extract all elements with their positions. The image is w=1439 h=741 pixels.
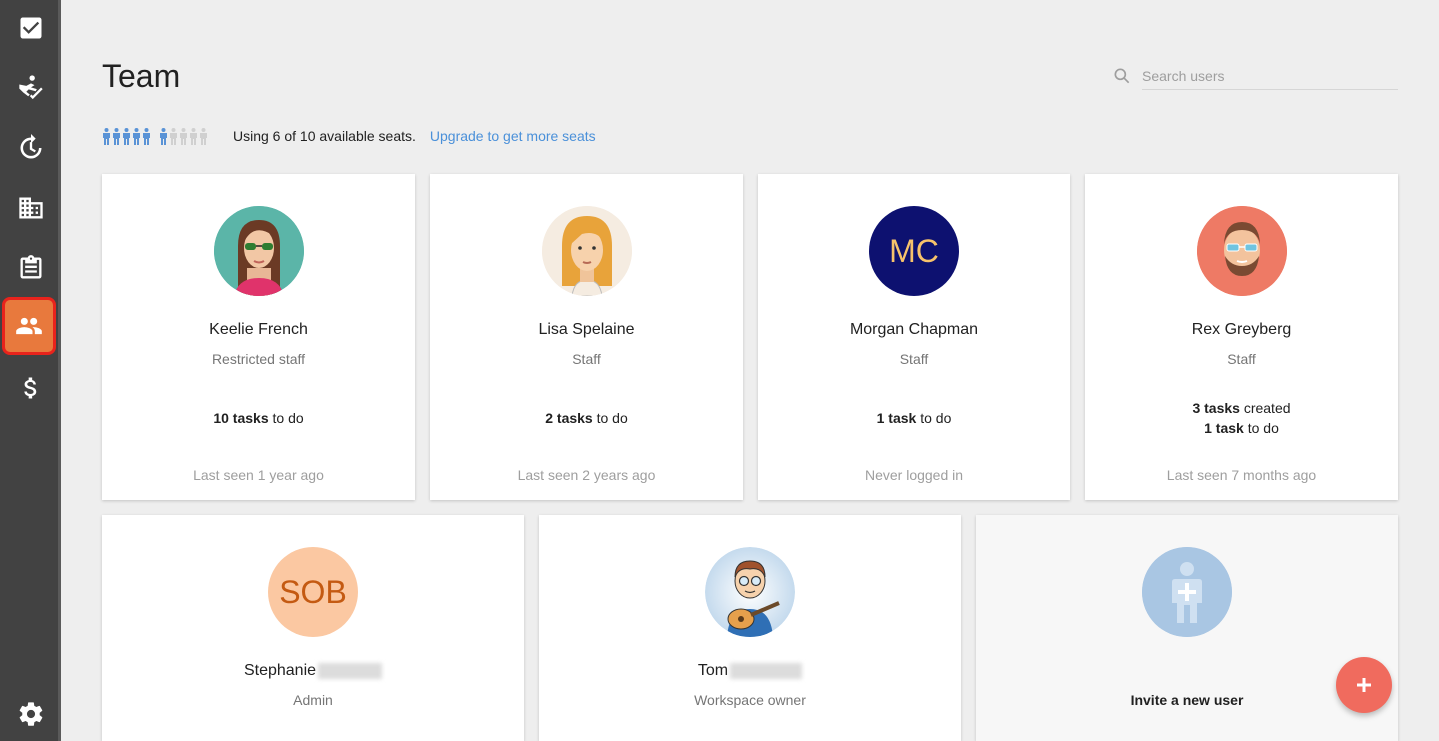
sidebar-item-team[interactable]	[2, 297, 56, 355]
redacted-surname	[730, 662, 803, 679]
avatar: SOB	[268, 547, 358, 637]
tasks-count: 2 tasks	[545, 410, 593, 426]
sidebar-item-recurring[interactable]	[0, 120, 61, 176]
seat-free-icon	[169, 128, 178, 145]
sidebar-item-company[interactable]	[0, 180, 61, 236]
user-name: Stephanie	[102, 662, 524, 680]
user-role: Staff	[1227, 351, 1256, 367]
user-role: Workspace owner	[694, 692, 806, 708]
user-last-seen: Never logged in	[864, 467, 964, 483]
user-name: Keelie French	[209, 321, 308, 338]
tasks-suffix: to do	[916, 410, 952, 426]
user-card[interactable]: Lisa Spelaine Staff 2 tasks to do Last s…	[430, 174, 743, 500]
avatar-initials: SOB	[279, 573, 347, 610]
user-first-name: Stephanie	[243, 662, 317, 679]
sidebar-item-settings[interactable]	[0, 686, 61, 741]
tasks-count: 10 tasks	[213, 410, 269, 426]
seat-used-icon	[142, 128, 151, 145]
seat-used-icon	[112, 128, 121, 145]
created-count: 3 tasks	[1192, 400, 1240, 416]
sidebar-item-assign[interactable]	[0, 60, 61, 116]
user-card[interactable]: Keelie French Restricted staff 10 tasks …	[102, 174, 415, 500]
add-user-button[interactable]	[1336, 657, 1392, 713]
seat-free-icon	[179, 128, 188, 145]
user-card[interactable]: SOB Stephanie Admin	[102, 515, 524, 741]
user-role: Staff	[899, 351, 929, 367]
tasks-count: 1 task	[876, 410, 917, 426]
user-card[interactable]: MC Morgan Chapman Staff 1 task to do Nev…	[758, 174, 1070, 500]
user-name: Lisa Spelaine	[538, 321, 635, 338]
search-box	[1110, 62, 1398, 90]
seat-used-icon	[159, 128, 168, 145]
avatar-woman-glasses-icon	[213, 206, 304, 296]
avatar	[705, 547, 795, 637]
seats-bar: Using 6 of 10 available seats. Upgrade t…	[102, 126, 596, 146]
gear-icon	[19, 702, 42, 726]
avatar-man-guitar-icon	[705, 547, 795, 637]
people-icon	[16, 317, 42, 335]
search-input[interactable]	[1142, 62, 1398, 90]
history-icon	[20, 134, 41, 159]
checkbox-icon	[20, 17, 41, 39]
tasks-suffix: to do	[268, 410, 304, 426]
avatar-woman-blonde-icon	[541, 206, 632, 296]
created-suffix: created	[1239, 400, 1291, 416]
user-tasks-todo: 1 task to do	[758, 408, 1070, 428]
avatar	[1196, 206, 1287, 296]
avatar	[1142, 547, 1232, 637]
clipboard-icon	[20, 255, 41, 279]
user-card[interactable]: Tom Workspace owner	[539, 515, 961, 741]
seat-usage-indicator	[102, 127, 209, 145]
seat-free-icon	[189, 128, 198, 145]
user-last-seen: Last seen 2 years ago	[517, 467, 656, 483]
invite-user-card[interactable]: Invite a new user	[976, 515, 1398, 741]
seat-used-icon	[132, 128, 141, 145]
seat-free-icon	[199, 128, 208, 145]
sidebar	[0, 0, 61, 741]
user-role: Staff	[572, 351, 601, 367]
add-person-icon	[1142, 547, 1232, 637]
avatar	[541, 206, 632, 296]
user-tasks-todo: 10 tasks to do	[102, 408, 415, 428]
user-name: Tom	[539, 662, 961, 680]
sidebar-item-billing[interactable]	[0, 360, 61, 416]
user-last-seen: Last seen 1 year ago	[193, 467, 324, 483]
search-icon	[1114, 68, 1130, 84]
building-icon	[18, 197, 43, 219]
avatar: MC	[869, 206, 959, 296]
invite-user-label: Invite a new user	[1130, 692, 1244, 708]
person-check-icon	[18, 75, 43, 100]
user-first-name: Tom	[697, 662, 729, 679]
user-card[interactable]: Rex Greyberg Staff 3 tasks created 1 tas…	[1085, 174, 1398, 500]
tasks-count: 1 task	[1204, 420, 1244, 436]
page-title: Team	[102, 58, 181, 94]
user-tasks-todo: 2 tasks to do	[430, 408, 743, 428]
upgrade-seats-link[interactable]: Upgrade to get more seats	[430, 128, 596, 144]
tasks-suffix: to do	[592, 410, 628, 426]
sidebar-item-tasks[interactable]	[0, 0, 61, 56]
redacted-surname	[318, 662, 383, 679]
seat-used-icon	[102, 128, 111, 145]
user-tasks-created: 3 tasks created	[1085, 398, 1398, 418]
sidebar-item-reports[interactable]	[0, 240, 61, 296]
user-last-seen: Last seen 7 months ago	[1166, 467, 1317, 483]
user-tasks-todo: 1 task to do	[1085, 418, 1398, 438]
dollar-icon	[23, 377, 36, 399]
avatar-man-beard-icon	[1196, 206, 1287, 296]
plus-icon	[1357, 678, 1371, 692]
user-name: Rex Greyberg	[1191, 321, 1292, 338]
seat-used-icon	[122, 128, 131, 145]
user-name: Morgan Chapman	[849, 321, 979, 338]
user-role: Restricted staff	[211, 351, 306, 367]
user-role: Admin	[293, 692, 333, 708]
avatar-initials: MC	[889, 232, 939, 269]
tasks-suffix: to do	[1243, 420, 1279, 436]
user-tasks-summary: 3 tasks created 1 task to do	[1085, 398, 1398, 438]
avatar	[213, 206, 304, 296]
seats-usage-text: Using 6 of 10 available seats.	[233, 128, 416, 144]
